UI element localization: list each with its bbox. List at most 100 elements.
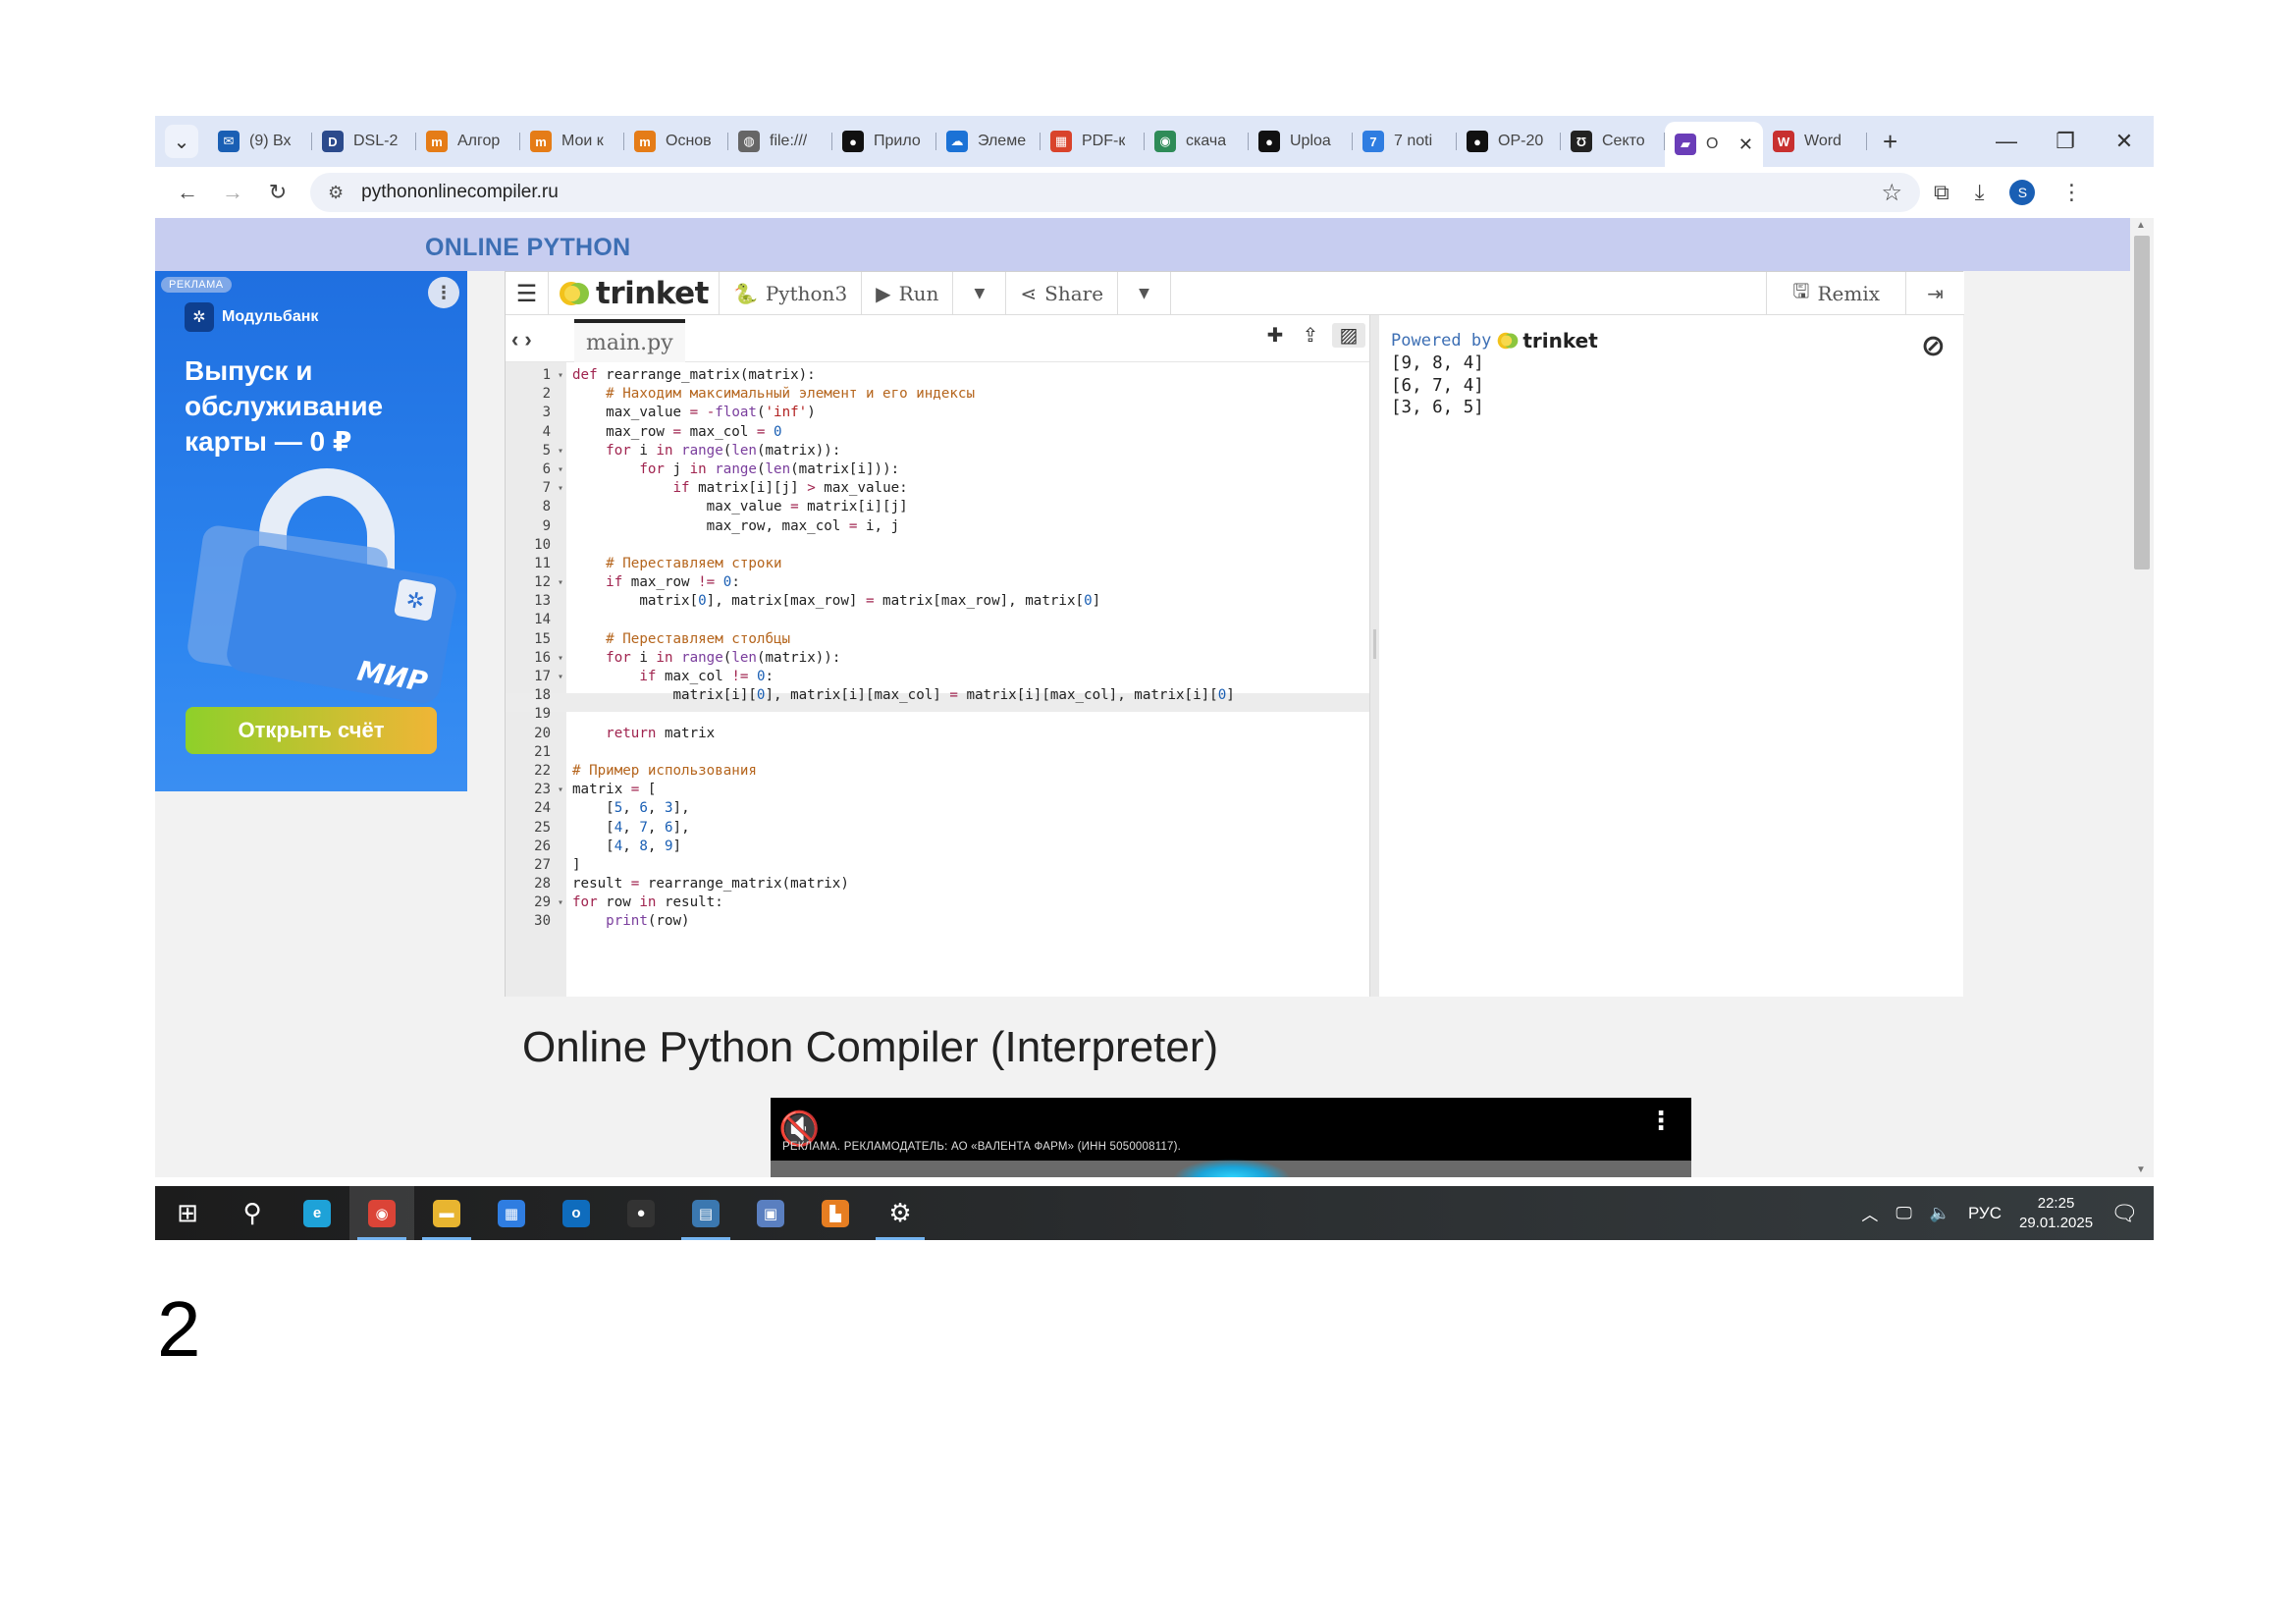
settings-icon[interactable]: ⚙ [868,1186,933,1240]
upload-icon[interactable]: ⇪ [1297,323,1324,348]
code-line[interactable]: # Переставляем столбцы [572,630,1358,649]
open-account-button[interactable]: Открыть счёт [186,707,437,754]
bookmark-star-icon[interactable]: ☆ [1881,179,1902,207]
file-explorer-icon[interactable]: ▬ [414,1186,479,1240]
share-button[interactable]: ⋖ Share [1006,271,1119,315]
code-editor[interactable]: ‹› main.py ✚ ⇪ ▨ 12345678910111213141516… [506,315,1369,997]
code-line[interactable]: return matrix [572,725,1358,743]
language-selector[interactable]: 🐍 Python3 [720,271,863,315]
code-line[interactable] [572,705,1358,724]
volume-icon[interactable]: 🔈 [1930,1204,1950,1223]
forward-button[interactable]: → [210,180,255,205]
file-nav-arrows[interactable]: ‹› [511,327,538,352]
browser-tab[interactable]: 7 7 noti [1353,122,1457,161]
code-line[interactable]: if matrix[i][j] > max_value: [572,479,1358,498]
search-icon[interactable]: ⚲ [220,1186,285,1240]
browser-tab[interactable]: W Word [1763,122,1867,161]
outlook-icon[interactable]: o [544,1186,609,1240]
scroll-up-arrow-icon[interactable]: ▲ [2136,220,2146,231]
powered-by-trinket-logo[interactable]: trinket [1497,329,1598,352]
browser-menu-icon[interactable]: ⋮ [2060,180,2082,205]
video-ad[interactable]: 🔇 РЕКЛАМА. РЕКЛАМОДАТЕЛЬ: АО «ВАЛЕНТА ФА… [771,1098,1691,1177]
ad-options-icon[interactable]: ⋮ [428,277,459,308]
code-line[interactable]: matrix = [ [572,781,1358,799]
code-line[interactable]: ] [572,856,1358,875]
browser-tab[interactable]: ▰ O ✕ [1665,122,1763,167]
page-scrollbar[interactable]: ▲ ▼ [2130,218,2154,1177]
remote-desktop-icon[interactable]: ▣ [738,1186,803,1240]
code-line[interactable]: [5, 6, 3], [572,799,1358,818]
minimize-button[interactable]: — [1977,129,2036,154]
code-line[interactable]: max_value = matrix[i][j] [572,498,1358,516]
chrome-icon[interactable]: ◉ [349,1186,414,1240]
tray-expand-icon[interactable]: ︿ [1861,1201,1878,1225]
code-line[interactable]: max_row, max_col = i, j [572,517,1358,536]
downloads-icon[interactable]: ⤓ [1975,180,1985,205]
code-line[interactable]: [4, 8, 9] [572,838,1358,856]
code-line[interactable]: def rearrange_matrix(matrix): [572,366,1358,385]
add-file-icon[interactable]: ✚ [1261,323,1289,348]
login-button[interactable]: ⇥ [1905,271,1964,315]
run-options-dropdown[interactable]: ▼ [953,271,1007,315]
bank-ad-banner[interactable]: РЕКЛАМА ⋮ ✲ Модульбанк Выпуск и обслужив… [155,271,467,791]
reload-button[interactable]: ↻ [255,180,300,205]
tab-search-chevron-icon[interactable]: ⌄ [165,125,198,158]
scroll-thumb[interactable] [2134,236,2150,569]
scroll-down-arrow-icon[interactable]: ▼ [2136,1164,2146,1175]
hamburger-menu-icon[interactable]: ☰ [506,271,549,315]
browser-tab[interactable]: m Алгор [416,122,520,161]
clock[interactable]: 22:25 29.01.2025 [2019,1194,2093,1233]
code-line[interactable]: for i in range(len(matrix)): [572,442,1358,460]
restore-button[interactable]: ❐ [2036,129,2095,154]
new-tab-button[interactable]: + [1883,127,1897,157]
browser-tab[interactable]: ◉ скача [1145,122,1249,161]
clear-output-icon[interactable]: ⊘ [1921,329,1946,363]
browser-tab[interactable]: m Мои к [520,122,624,161]
trinket-logo[interactable]: trinket [549,271,720,315]
browser-tab[interactable]: Ʊ Секто [1561,122,1665,161]
remix-button[interactable]: 🖫 Remix [1766,271,1905,315]
browser-tab[interactable]: D DSL-2 [312,122,416,161]
code-line[interactable]: matrix[i][0], matrix[i][max_col] = matri… [572,686,1358,705]
notification-icon[interactable]: 🗨 [2110,1201,2138,1226]
browser-tab[interactable]: ● Uploa [1249,122,1353,161]
browser-tab[interactable]: m Основ [624,122,728,161]
code-line[interactable]: for row in result: [572,893,1358,912]
code-line[interactable] [572,536,1358,555]
code-line[interactable]: matrix[0], matrix[max_row] = matrix[max_… [572,592,1358,611]
video-options-icon[interactable]: ⋮ [1648,1106,1674,1136]
code-line[interactable]: max_value = -float('inf') [572,404,1358,422]
python-icon[interactable]: ▤ [673,1186,738,1240]
back-button[interactable]: ← [165,180,210,205]
code-line[interactable]: max_row = max_col = 0 [572,423,1358,442]
share-options-dropdown[interactable]: ▼ [1118,271,1172,315]
pane-splitter[interactable] [1369,315,1379,997]
url-input[interactable]: ⚙ pythononlinecompiler.ru ☆ [310,173,1920,212]
browser-tab[interactable]: ✉ (9) Вх [208,122,312,161]
code-line[interactable]: if max_col != 0: [572,668,1358,686]
edge-icon[interactable]: e [285,1186,349,1240]
close-window-button[interactable]: ✕ [2095,129,2154,154]
code-line[interactable] [572,611,1358,629]
extensions-icon[interactable]: ⧉ [1934,180,1949,205]
profile-avatar[interactable]: S [2009,180,2036,205]
code-line[interactable]: if max_row != 0: [572,573,1358,592]
site-title[interactable]: ONLINE PYTHON [425,234,630,262]
input-language[interactable]: РУС [1968,1204,2002,1223]
code-line[interactable]: # Пример использования [572,762,1358,781]
browser-tab[interactable]: ▦ PDF-к [1041,122,1145,161]
github-desktop-icon[interactable]: ● [609,1186,673,1240]
browser-tab[interactable]: ● Прило [832,122,936,161]
splitter-handle[interactable] [1373,629,1376,659]
code-content[interactable]: def rearrange_matrix(matrix): # Находим … [572,366,1358,932]
browser-tab[interactable]: ☁ Элеме [936,122,1041,161]
code-line[interactable]: print(row) [572,912,1358,931]
run-button[interactable]: ▶ Run [862,271,954,315]
code-line[interactable]: result = rearrange_matrix(matrix) [572,875,1358,893]
store-icon[interactable]: ▦ [479,1186,544,1240]
browser-tab[interactable]: ● OP-20 [1457,122,1561,161]
site-info-icon[interactable]: ⚙ [328,183,344,203]
code-line[interactable]: [4, 7, 6], [572,819,1358,838]
file-tab-main[interactable]: main.py [574,319,685,362]
close-tab-icon[interactable]: ✕ [1738,135,1753,155]
